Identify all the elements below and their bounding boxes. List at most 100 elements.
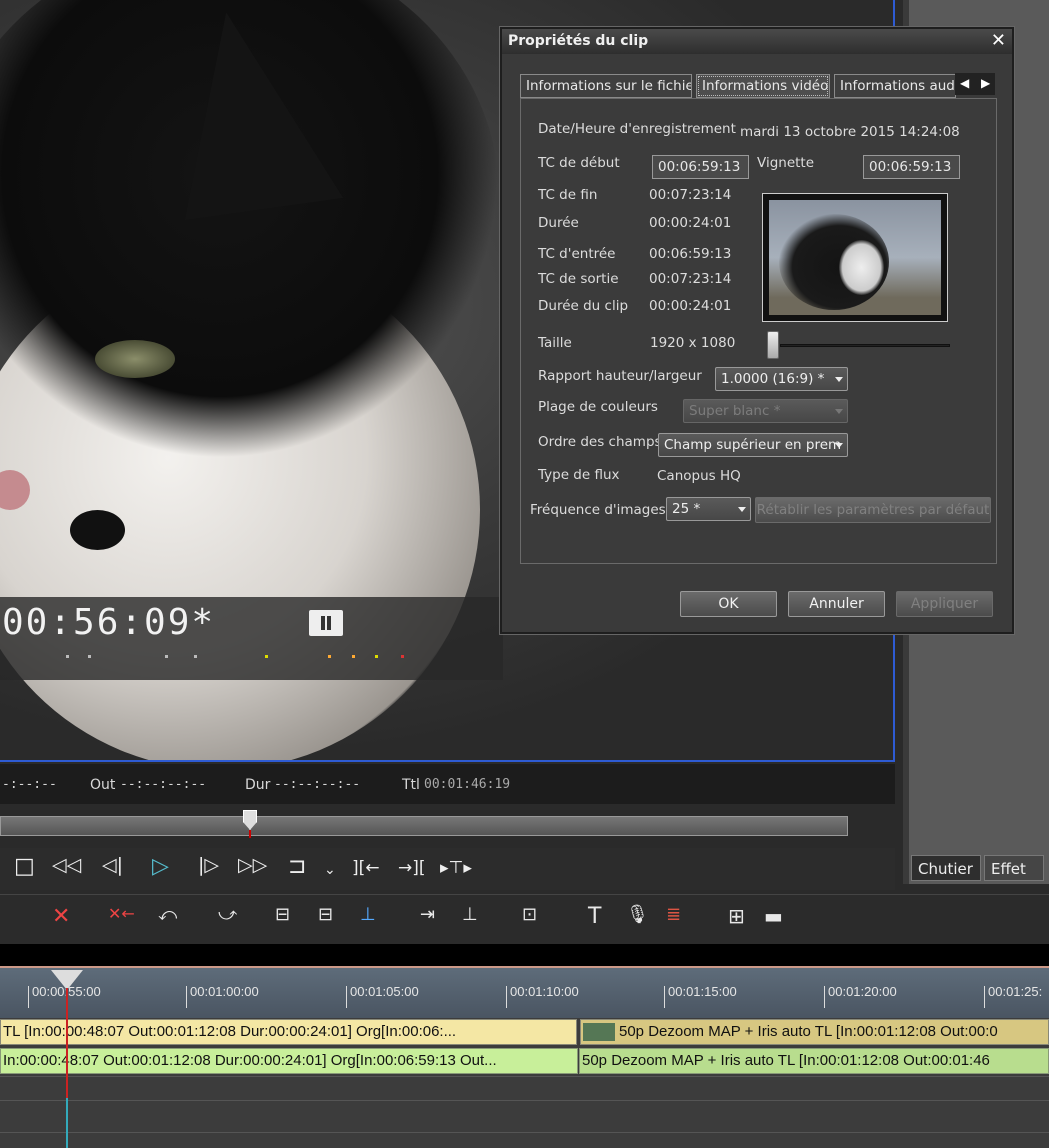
playhead-handle[interactable] <box>51 970 83 990</box>
field-order-select[interactable]: Champ supérieur en prem <box>658 433 848 457</box>
size-label: Taille <box>538 335 572 351</box>
step-forward-button[interactable]: |▷ <box>198 854 219 876</box>
microphone-icon[interactable]: 🎙 <box>626 904 649 925</box>
tab-scroll: ◀ ▶ <box>955 73 995 95</box>
reset-defaults-button[interactable]: Rétablir les paramètres par défaut <box>755 497 991 523</box>
overwrite-mode-icon[interactable]: ⊟ <box>318 904 333 925</box>
frame-rate-label: Fréquence d'images <box>530 502 666 518</box>
tab-effet[interactable]: Effet <box>984 855 1044 881</box>
close-icon[interactable]: ✕ <box>991 30 1006 51</box>
clip-thumbnail <box>583 1023 615 1042</box>
ripple-mode-icon[interactable]: ⇥ <box>420 904 435 925</box>
stream-type-value: Canopus HQ <box>657 468 741 484</box>
ripple-delete-icon[interactable]: ✕← <box>108 904 135 923</box>
timeline-clip[interactable]: In:00:00:48:07 Out:00:01:12:08 Dur:00:00… <box>0 1048 578 1074</box>
thumbnail-slider-track[interactable] <box>780 344 950 347</box>
tab-file-info[interactable]: Informations sur le fichier <box>520 74 692 98</box>
timeline-header-band <box>0 944 1049 966</box>
thumbnail-tc-field[interactable]: 00:06:59:13 <box>863 155 960 179</box>
tc-start-label: TC de début <box>538 155 620 171</box>
rec-date-value: mardi 13 octobre 2015 14:24:08 <box>740 124 960 140</box>
title-tool-icon[interactable]: T <box>588 904 601 929</box>
redo-icon[interactable]: ⤻ <box>218 904 237 925</box>
tab-chutier[interactable]: Chutier <box>911 855 981 881</box>
ruler-label: 00:01:05:00 <box>350 984 419 999</box>
ruler-tick <box>186 986 187 1008</box>
frame-rate-value: 25 * <box>672 501 701 517</box>
dialog-title-bar[interactable]: Propriétés du clip ✕ <box>502 29 1012 54</box>
mark-in-button[interactable]: ][← <box>352 858 380 878</box>
chevron-left-icon[interactable]: ◀ <box>960 76 969 90</box>
chevron-down-icon <box>835 409 843 414</box>
tc-out-label: TC de sortie <box>538 271 619 287</box>
transport-more-icon[interactable]: ⌄ <box>324 862 336 878</box>
sync-lock-icon[interactable]: ⊥ <box>360 904 376 925</box>
track-divider <box>0 1100 1049 1101</box>
ok-button[interactable]: OK <box>680 591 777 617</box>
tc-end-value: 00:07:23:14 <box>649 187 732 203</box>
video-track-2: In:00:00:48:07 Out:00:01:12:08 Dur:00:00… <box>0 1048 1049 1074</box>
dialog-title: Propriétés du clip <box>508 33 649 49</box>
dur-value: --:--:--:-- <box>274 777 361 792</box>
tc-out-value: 00:07:23:14 <box>649 271 732 287</box>
out-label: Out <box>90 777 116 793</box>
grid-icon[interactable]: ⊞ <box>728 904 745 928</box>
frame-rate-select[interactable]: 25 * <box>666 497 751 521</box>
mark-out-button[interactable]: →][ <box>398 858 426 878</box>
ruler-tick <box>346 986 347 1008</box>
dur-label: Dur <box>245 777 271 793</box>
insert-mode-icon[interactable]: ⊟ <box>275 904 290 925</box>
mixer-icon[interactable]: ⊥ <box>462 904 478 925</box>
cancel-button[interactable]: Annuler <box>788 591 885 617</box>
stop-button[interactable]: □ <box>14 854 35 879</box>
ruler-label: 00:01:25: <box>988 984 1043 999</box>
tc-end-label: TC de fin <box>538 187 598 203</box>
timeline-clip[interactable]: 50p Dezoom MAP + Iris auto TL [In:00:01:… <box>580 1019 1049 1045</box>
ruler-tick <box>984 986 985 1008</box>
playhead-line <box>66 988 68 1098</box>
audio-meter-dot <box>265 655 268 658</box>
undo-icon[interactable]: ⤺ <box>158 904 177 925</box>
position-scrubber[interactable] <box>0 816 848 836</box>
duration-label: Durée <box>538 215 579 231</box>
audio-meter-dot <box>328 655 331 658</box>
tc-start-field[interactable]: 00:06:59:13 <box>652 155 749 179</box>
thumbnail-cat-chest <box>839 240 884 295</box>
thumbnail-slider-knob[interactable] <box>767 331 779 359</box>
rewind-button[interactable]: ◁◁ <box>52 854 81 876</box>
layout-icon[interactable]: ▬ <box>764 904 783 928</box>
chevron-down-icon <box>835 377 843 382</box>
play-button[interactable]: ▷ <box>152 854 169 879</box>
ttl-label: Ttl <box>402 777 420 793</box>
chevron-down-icon <box>835 443 843 448</box>
split-button[interactable]: ▸⊤▸ <box>440 858 472 878</box>
aspect-ratio-select[interactable]: 1.0000 (16:9) * <box>715 367 848 391</box>
loop-button[interactable]: ⊐ <box>288 854 306 879</box>
render-icon[interactable]: ≣ <box>666 904 681 925</box>
clip-properties-dialog: Propriétés du clip ✕ Informations sur le… <box>500 27 1014 634</box>
size-value: 1920 x 1080 <box>650 335 736 351</box>
color-range-value: Super blanc * <box>689 403 781 419</box>
timeline-clip[interactable]: TL [In:00:00:48:07 Out:00:01:12:08 Dur:0… <box>0 1019 577 1045</box>
in-value: -:--:-- <box>2 777 57 792</box>
audio-meter-dot <box>352 655 355 658</box>
tab-video-info[interactable]: Informations vidéo <box>696 74 830 98</box>
audio-meter-dot <box>88 655 91 658</box>
timeline-clip[interactable]: 50p Dezoom MAP + Iris auto TL [In:00:01:… <box>579 1048 1049 1074</box>
player-info-bar: -:--:-- Out --:--:--:-- Dur --:--:--:-- … <box>0 764 895 804</box>
aspect-ratio-value: 1.0000 (16:9) * <box>721 371 825 387</box>
delete-icon[interactable]: ✕ <box>52 904 70 929</box>
apply-button[interactable]: Appliquer <box>896 591 993 617</box>
chevron-down-icon <box>738 507 746 512</box>
step-back-button[interactable]: ◁| <box>102 854 123 876</box>
pause-icon[interactable] <box>309 610 343 636</box>
audio-meter-dot <box>66 655 69 658</box>
clip-label: TL [In:00:00:48:07 Out:00:01:12:08 Dur:0… <box>3 1023 457 1040</box>
tab-audio-info[interactable]: Informations audi <box>834 74 956 98</box>
clip-label: In:00:00:48:07 Out:00:01:12:08 Dur:00:00… <box>3 1052 497 1069</box>
color-range-select[interactable]: Super blanc * <box>683 399 848 423</box>
transition-icon[interactable]: ⊡ <box>522 904 537 925</box>
clip-label: 50p Dezoom MAP + Iris auto TL [In:00:01:… <box>619 1023 998 1040</box>
fast-forward-button[interactable]: ▷▷ <box>238 854 267 876</box>
chevron-right-icon[interactable]: ▶ <box>981 76 990 90</box>
